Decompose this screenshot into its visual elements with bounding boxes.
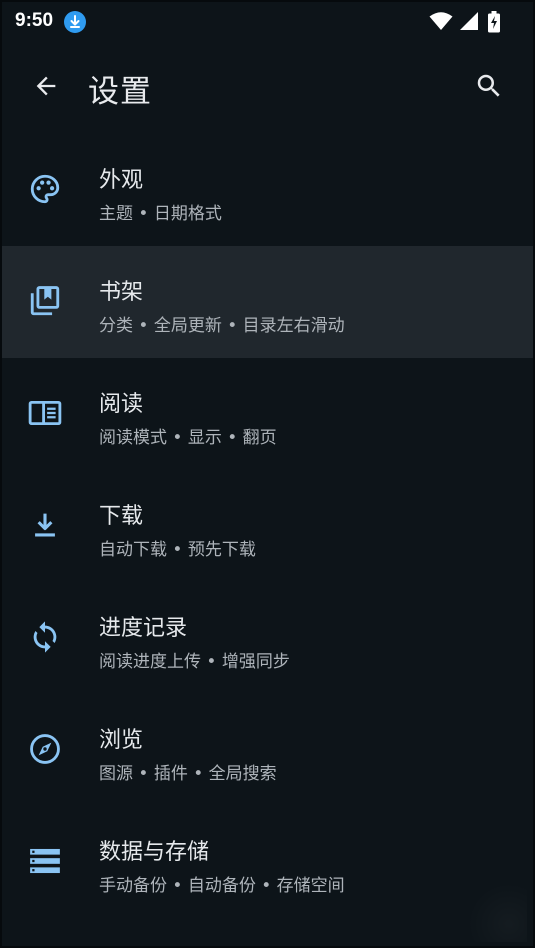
signal-icon <box>459 11 479 35</box>
settings-item-browse[interactable]: 浏览 图源 • 插件 • 全局搜索 <box>2 694 533 806</box>
search-button[interactable] <box>467 64 511 108</box>
settings-item-subtitle: 手动备份 • 自动备份 • 存储空间 <box>99 876 345 896</box>
settings-item-subtitle: 阅读进度上传 • 增强同步 <box>99 652 290 672</box>
page-title: 设置 <box>88 74 152 110</box>
settings-item-title: 数据与存储 <box>99 840 210 865</box>
arrow-back-icon <box>36 76 56 96</box>
settings-item-tracking[interactable]: 进度记录 阅读进度上传 • 增强同步 <box>2 582 533 694</box>
sync-icon <box>28 620 62 654</box>
settings-item-subtitle: 阅读模式 • 显示 • 翻页 <box>99 428 277 448</box>
settings-item-downloads[interactable]: 下载 自动下载 • 预先下载 <box>2 470 533 582</box>
settings-item-library[interactable]: 书架 分类 • 全局更新 • 目录左右滑动 <box>2 246 533 358</box>
settings-item-subtitle: 自动下载 • 预先下载 <box>99 540 256 560</box>
status-time: 9:50 <box>15 10 54 31</box>
settings-item-reader[interactable]: 阅读 阅读模式 • 显示 • 翻页 <box>2 358 533 470</box>
search-icon <box>477 74 500 97</box>
settings-item-title: 书架 <box>99 280 144 305</box>
battery-charging-icon <box>487 11 501 37</box>
settings-item-appearance[interactable]: 外观 主题 • 日期格式 <box>2 134 533 246</box>
settings-item-subtitle: 分类 • 全局更新 • 目录左右滑动 <box>99 316 345 336</box>
settings-item-subtitle: 主题 • 日期格式 <box>99 204 222 224</box>
settings-item-storage[interactable]: 数据与存储 手动备份 • 自动备份 • 存储空间 <box>2 806 533 918</box>
status-bar: 9:50 <box>2 2 533 42</box>
settings-item-title: 下载 <box>99 504 144 529</box>
settings-item-subtitle: 图源 • 插件 • 全局搜索 <box>99 764 277 784</box>
settings-screen: 9:50 设置 外观 主题 • 日期格式 书架 分类 • 全局更新 • 目录左右… <box>0 0 535 948</box>
compass-icon <box>28 732 62 766</box>
settings-list: 外观 主题 • 日期格式 书架 分类 • 全局更新 • 目录左右滑动 阅读 阅读… <box>2 134 533 918</box>
settings-item-title: 阅读 <box>99 392 144 417</box>
storage-icon <box>28 844 62 878</box>
back-button[interactable] <box>24 64 68 108</box>
library-bookmark-icon <box>28 284 62 318</box>
wifi-icon <box>429 11 453 35</box>
palette-icon <box>28 172 62 206</box>
settings-item-title: 进度记录 <box>99 616 188 641</box>
download-icon <box>28 508 62 542</box>
settings-item-title: 外观 <box>99 168 144 193</box>
download-notification-icon <box>64 11 86 33</box>
chrome-reader-icon <box>28 396 62 430</box>
corner-watermark <box>467 882 527 942</box>
settings-item-title: 浏览 <box>99 728 144 753</box>
app-toolbar: 设置 <box>2 50 533 122</box>
